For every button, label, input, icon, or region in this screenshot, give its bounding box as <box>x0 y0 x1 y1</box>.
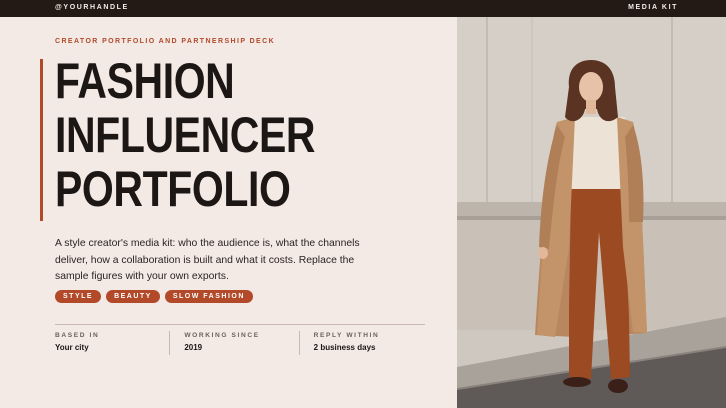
fact-working-since: WORKING SINCE 2019 <box>169 331 305 355</box>
fact-reply-within: REPLY WITHIN 2 business days <box>298 331 435 355</box>
fact-value: 2019 <box>184 343 203 352</box>
title-line-2: INFLUENCER <box>55 107 316 163</box>
fact-label: BASED IN <box>55 332 100 339</box>
page-title: FASHION INFLUENCER PORTFOLIO <box>55 53 316 217</box>
fact-based-in: BASED IN Your city <box>55 331 176 352</box>
title-line-1: FASHION <box>55 53 235 109</box>
tag-slow-fashion: SLOW FASHION <box>164 290 253 303</box>
accent-rule <box>40 59 43 221</box>
hero-description: A style creator's media kit: who the aud… <box>55 238 360 282</box>
tag-style: STYLE <box>55 290 102 303</box>
media-kit-label: MEDIA KIT <box>628 4 678 11</box>
fact-value: Your city <box>55 343 89 352</box>
tag-beauty: BEAUTY <box>106 290 160 303</box>
fact-row: BASED IN Your city WORKING SINCE 2019 RE… <box>55 331 435 355</box>
fact-value: 2 business days <box>313 343 376 352</box>
hero-photo <box>457 17 726 408</box>
creator-handle: @YOURHANDLE <box>55 4 129 11</box>
deck-kicker: CREATOR PORTFOLIO AND PARTNERSHIP DECK <box>55 38 276 45</box>
tag-list: STYLE BEAUTY SLOW FASHION <box>55 290 253 303</box>
fact-label: WORKING SINCE <box>184 332 260 339</box>
top-bar: @YOURHANDLE MEDIA KIT <box>0 0 726 17</box>
fact-label: REPLY WITHIN <box>313 332 380 339</box>
divider <box>55 324 425 325</box>
model-photo-illustration <box>457 17 726 408</box>
title-line-3: PORTFOLIO <box>55 161 291 217</box>
